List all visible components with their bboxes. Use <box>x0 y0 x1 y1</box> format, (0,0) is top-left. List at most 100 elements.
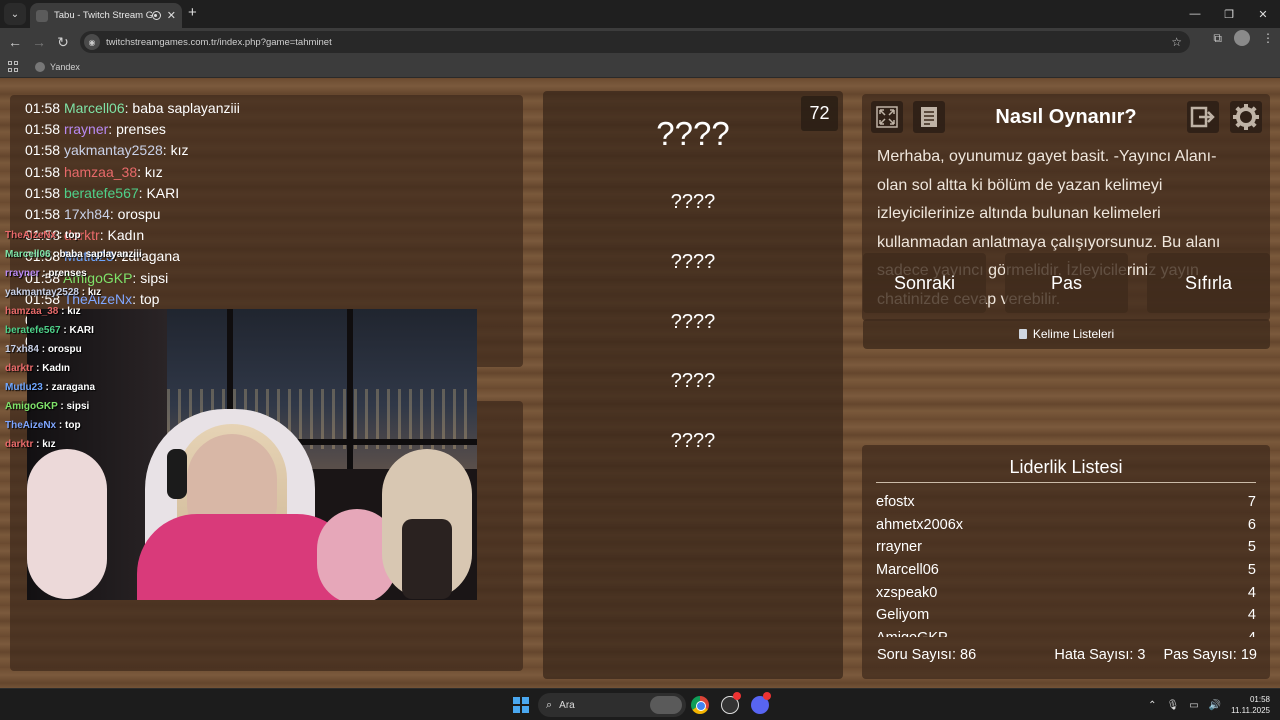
settings-button[interactable] <box>1230 101 1262 133</box>
overlay-chat-text: KARI <box>69 325 94 336</box>
leaderboard-name: ahmetx2006x <box>876 516 964 533</box>
browser-tab[interactable]: Tabu - Twitch Stream Gam ✕ <box>30 3 182 28</box>
chat-time: 01:58 <box>25 206 61 222</box>
toolbar-actions: ⧉ ⋮ <box>1213 30 1274 46</box>
profile-avatar[interactable] <box>1234 30 1250 46</box>
leaderboard-title: Liderlik Listesi <box>1009 457 1123 477</box>
leaderboard-score: 4 <box>1247 607 1256 624</box>
site-info-icon[interactable]: ◉ <box>84 34 100 50</box>
overlay-chat-username: 17xh84 <box>5 344 39 355</box>
minimize-button[interactable]: — <box>1178 0 1212 28</box>
overlay-chat-text: Kadın <box>42 363 71 374</box>
overlay-chat-message: TheAizeNx : top <box>5 420 81 431</box>
overlay-chat-username: yakmantay2528 <box>5 287 79 298</box>
chat-message: 01:58 rrayner: prenses <box>25 121 166 138</box>
extensions-icon[interactable]: ⧉ <box>1213 31 1222 46</box>
chrome-icon[interactable] <box>691 696 709 714</box>
notification-badge <box>763 692 771 700</box>
network-icon[interactable]: ▭ <box>1189 700 1198 711</box>
overlay-chat-message: hamzaa_38 : kız <box>5 306 81 317</box>
pass-count: Pas Sayısı: 19 <box>1163 647 1258 663</box>
cam-plush-scarf <box>402 519 452 599</box>
overlay-chat-username: Marcell06 <box>5 249 51 260</box>
leaderboard-score: 5 <box>1247 539 1256 556</box>
clock[interactable]: 01:58 11.11.2025 <box>1231 694 1270 716</box>
overlay-chat-message: yakmantay2528 : kız <box>5 287 102 298</box>
start-button[interactable] <box>513 697 529 713</box>
bookmark-label: Yandex <box>50 61 80 72</box>
globe-icon <box>35 61 45 72</box>
taboo-word: ???? <box>670 251 716 273</box>
close-window-button[interactable]: ✕ <box>1246 0 1280 28</box>
chat-message: 01:58 hamzaa_38: kız <box>25 163 163 180</box>
browser-titlebar: ⌄ Tabu - Twitch Stream Gam ✕ + — ❐ ✕ <box>0 0 1280 28</box>
taboo-word: ???? <box>670 370 716 392</box>
error-count: Hata Sayısı: 3 <box>1054 647 1146 663</box>
overlay-chat-username: AmigoGKP <box>5 401 58 412</box>
chat-time: 01:58 <box>25 142 61 159</box>
pass-button[interactable]: Pas <box>1005 253 1128 313</box>
overlay-chat-username: beratefe567 <box>5 325 61 336</box>
reload-button[interactable]: ↻ <box>51 30 75 54</box>
volume-icon[interactable]: 🔊 <box>1209 700 1221 711</box>
leaderboard-score: 7 <box>1247 494 1256 511</box>
cam-window-frame <box>347 309 353 469</box>
chat-username[interactable]: Marcell06 <box>64 100 125 116</box>
exit-icon <box>1190 106 1215 128</box>
tab-search-button[interactable]: ⌄ <box>4 3 26 25</box>
reset-button[interactable]: Sıfırla <box>1147 253 1270 313</box>
chat-text: prenses <box>116 121 166 138</box>
chat-text: KARI <box>146 184 180 201</box>
forward-button[interactable]: → <box>27 30 51 54</box>
new-tab-button[interactable]: + <box>188 4 197 21</box>
chat-username[interactable]: yakmantay2528 <box>64 142 163 158</box>
taboo-word: ???? <box>670 430 716 452</box>
overlay-chat-message: rrayner : prenses <box>5 268 87 279</box>
overlay-chat-username: hamzaa_38 <box>5 306 59 317</box>
overlay-chat-text: kız <box>67 306 81 317</box>
apps-grid-icon[interactable] <box>8 61 19 72</box>
chat-username[interactable]: beratefe567 <box>64 185 139 201</box>
overlay-chat-username: darktr <box>5 363 34 374</box>
system-tray: ⌃ 🎙 ▭ 🔊 01:58 11.11.2025 <box>1148 689 1270 720</box>
word-lists-label: Kelime Listeleri <box>1032 327 1115 341</box>
leaderboard-score: 4 <box>1247 584 1256 601</box>
taskbar-search[interactable]: ⌕ Ara <box>538 693 686 717</box>
chat-message: 01:58 beratefe567: KARI <box>25 184 180 201</box>
menu-icon[interactable]: ⋮ <box>1262 31 1274 45</box>
leaderboard-row: Geliyom 4 <box>876 604 1256 627</box>
tray-overflow-icon[interactable]: ⌃ <box>1148 700 1156 711</box>
leaderboard-row: Marcell06 5 <box>876 559 1256 582</box>
leaderboard-row: rrayner 5 <box>876 536 1256 559</box>
url-text[interactable]: twitchstreamgames.com.tr/index.php?game=… <box>106 37 1171 48</box>
chat-text: orospu <box>117 206 161 222</box>
leaderboard-row: ahmetx2006x 6 <box>876 514 1256 537</box>
restore-button[interactable]: ❐ <box>1212 0 1246 28</box>
chat-username[interactable]: rrayner <box>64 121 108 137</box>
overlay-chat-message: Mutlu23 : zaragana <box>5 382 96 393</box>
tab-close-icon[interactable]: ✕ <box>167 9 176 22</box>
recording-icon <box>151 11 161 20</box>
word-lists-button[interactable]: Kelime Listeleri <box>863 319 1270 349</box>
taboo-word: ???? <box>670 191 716 213</box>
chat-username[interactable]: hamzaa_38 <box>64 164 137 180</box>
bookmark-star-icon[interactable]: ☆ <box>1171 35 1182 49</box>
leaderboard-name: xzspeak0 <box>876 584 938 601</box>
overlay-chat-text: prenses <box>48 268 87 279</box>
microphone-icon[interactable]: 🎙 <box>1167 700 1180 711</box>
window-controls: — ❐ ✕ <box>1178 0 1280 28</box>
bookmark-yandex[interactable]: Yandex <box>35 61 80 72</box>
overlay-chat-text: kız <box>42 439 56 450</box>
clock-time: 01:58 <box>1249 695 1270 704</box>
overlay-chat-text: zaragana <box>51 382 96 393</box>
chat-text: kız <box>170 142 189 159</box>
tab-favicon-icon <box>36 9 48 22</box>
address-bar[interactable]: ◉ twitchstreamgames.com.tr/index.php?gam… <box>80 31 1190 53</box>
back-button[interactable]: ← <box>3 30 27 54</box>
chat-username[interactable]: 17xh84 <box>64 206 110 222</box>
next-button[interactable]: Sonraki <box>863 253 986 313</box>
exit-button[interactable] <box>1187 101 1219 133</box>
chat-text: sipsi <box>140 269 169 286</box>
leaderboard-list[interactable]: efostx 7 ahmetx2006x 6 rrayner 5 Marcell06 5 xzs… <box>876 491 1256 637</box>
overlay-chat-username: TheAizeNx <box>5 420 57 431</box>
